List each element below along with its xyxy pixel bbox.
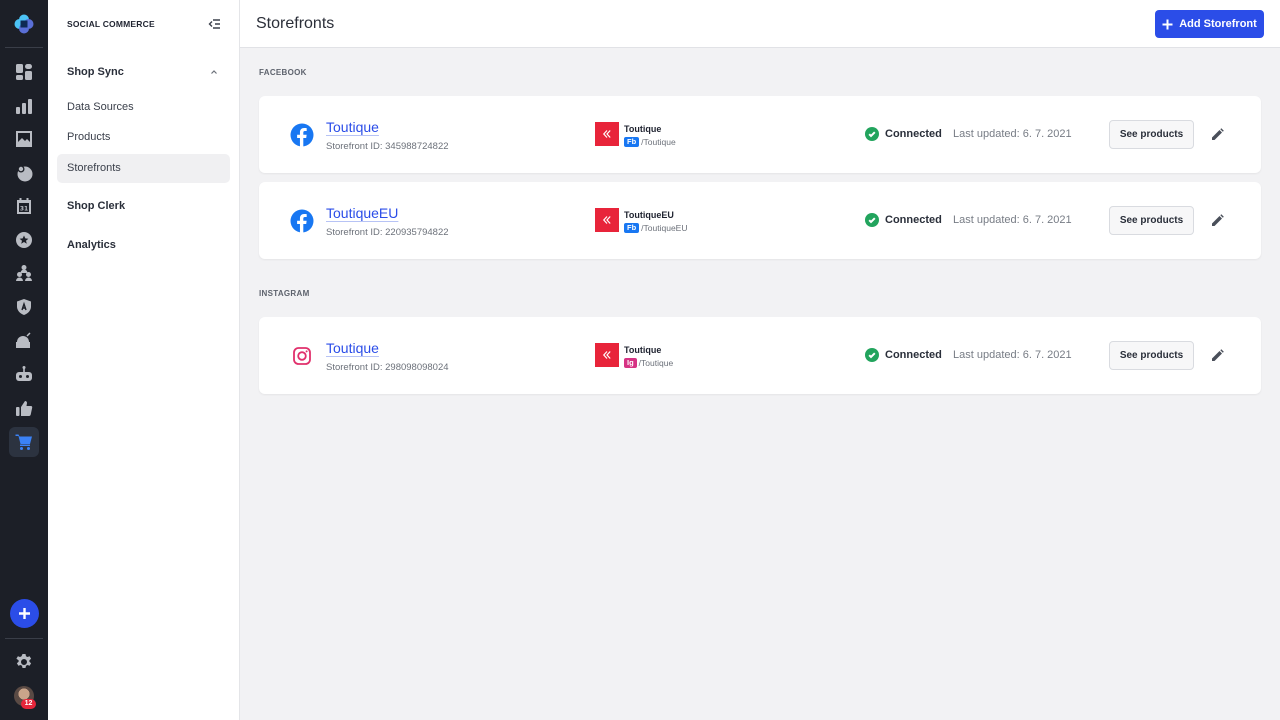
shop-handle-row: Ig /Toutique: [624, 358, 673, 368]
shop-handle-row: Fb /Toutique: [624, 137, 676, 147]
thumbs-up-icon: [16, 401, 33, 416]
shop-name: Toutique: [624, 124, 662, 134]
storefront-name-link[interactable]: Toutique: [326, 340, 379, 356]
shopping-cart-icon: [15, 434, 32, 450]
rail-item-media[interactable]: [9, 124, 39, 154]
status-text: Connected: [885, 128, 942, 140]
shop-handle-row: Fb /ToutiqueEU: [624, 223, 687, 233]
connection-status: Connected: [865, 348, 942, 362]
check-circle-icon: [865, 213, 879, 227]
status-text: Connected: [885, 214, 942, 226]
edit-pencil-icon[interactable]: [1211, 214, 1224, 227]
connection-status: Connected: [865, 127, 942, 141]
gear-icon: [16, 654, 32, 668]
check-circle-icon: [865, 348, 879, 362]
storefront-name-link[interactable]: Toutique: [326, 119, 379, 135]
section-label-facebook: FACEBOOK: [259, 68, 307, 77]
rail-item-dashboard[interactable]: [9, 57, 39, 87]
storefront-id: Storefront ID: 298098098024: [326, 362, 449, 373]
svg-text:31: 31: [20, 206, 28, 213]
instagram-icon: [293, 347, 311, 365]
collapse-sidebar-icon[interactable]: [207, 17, 221, 31]
rail-item-analytics[interactable]: [9, 91, 39, 121]
rail-item-teams[interactable]: [9, 258, 39, 288]
last-updated: Last updated: 6. 7. 2021: [953, 214, 1072, 226]
facebook-icon: [290, 123, 314, 147]
bomb-icon: [16, 332, 31, 348]
platform-tag: Fb: [624, 137, 640, 147]
storefront-card: Toutique Storefront ID: 345988724822 Tou…: [259, 96, 1261, 173]
image-icon: [16, 131, 32, 147]
chevrons-left-icon: [602, 216, 611, 224]
last-updated: Last updated: 6. 7. 2021: [953, 349, 1072, 361]
nav-sidebar: SOCIAL COMMERCE Shop Sync Data Sources P…: [48, 0, 240, 720]
shop-logo: [595, 343, 619, 367]
shield-icon: [17, 299, 31, 315]
shop-handle: /Toutique: [638, 358, 674, 368]
add-storefront-button[interactable]: Add Storefront: [1155, 10, 1264, 38]
rail-item-engagement[interactable]: [9, 393, 39, 423]
rail-item-social-commerce[interactable]: [9, 427, 39, 457]
shop-logo: [595, 208, 619, 232]
chevron-up-icon[interactable]: [209, 67, 219, 77]
add-storefront-label: Add Storefront: [1179, 18, 1257, 30]
nav-group-analytics[interactable]: Analytics: [67, 239, 116, 251]
platform-tag: Fb: [624, 223, 640, 233]
storefront-id: Storefront ID: 220935794822: [326, 227, 449, 238]
see-products-button[interactable]: See products: [1109, 341, 1194, 370]
hierarchy-icon: [16, 265, 32, 281]
chevrons-left-icon: [602, 130, 611, 138]
last-updated: Last updated: 6. 7. 2021: [953, 128, 1072, 140]
settings-button[interactable]: [9, 647, 39, 677]
nav-item-storefronts[interactable]: Storefronts: [57, 154, 230, 183]
storefront-id: Storefront ID: 345988724822: [326, 141, 449, 152]
star-badge-icon: [16, 232, 32, 248]
rail-item-bots[interactable]: [9, 359, 39, 389]
check-circle-icon: [865, 127, 879, 141]
shop-name: ToutiqueEU: [624, 210, 674, 220]
robot-icon: [16, 366, 32, 381]
nav-group-shop-clerk[interactable]: Shop Clerk: [67, 200, 125, 212]
rail-item-moderation[interactable]: [9, 292, 39, 322]
section-label-instagram: INSTAGRAM: [259, 289, 310, 298]
platform-tag: Ig: [624, 358, 637, 368]
create-button[interactable]: [10, 599, 39, 628]
facebook-icon: [290, 209, 314, 233]
rail-divider: [5, 47, 43, 48]
storefront-card: Toutique Storefront ID: 298098098024 Tou…: [259, 317, 1261, 394]
rail-item-calendar[interactable]: 31: [9, 191, 39, 221]
rail-item-audience[interactable]: [9, 158, 39, 188]
rail-divider: [5, 638, 43, 639]
storefront-card: ToutiqueEU Storefront ID: 220935794822 T…: [259, 182, 1261, 259]
nav-section-title: SOCIAL COMMERCE: [67, 19, 155, 29]
calendar-icon: 31: [17, 198, 31, 214]
shop-handle: /ToutiqueEU: [641, 223, 688, 233]
shop-name: Toutique: [624, 345, 662, 355]
bar-chart-icon: [16, 99, 32, 114]
see-products-button[interactable]: See products: [1109, 120, 1194, 149]
icon-rail: 31 12: [0, 0, 48, 720]
plus-icon: [1162, 19, 1173, 29]
audience-icon: [17, 165, 33, 182]
page-title: Storefronts: [256, 15, 335, 32]
shop-logo: [595, 122, 619, 146]
rail-item-ads[interactable]: [9, 325, 39, 355]
app-logo-icon[interactable]: [14, 14, 34, 34]
nav-group-shop-sync[interactable]: Shop Sync: [67, 66, 124, 78]
dashboard-icon: [16, 64, 32, 80]
rail-item-reviews[interactable]: [9, 225, 39, 255]
edit-pencil-icon[interactable]: [1211, 349, 1224, 362]
shop-handle: /Toutique: [641, 137, 676, 147]
status-text: Connected: [885, 349, 942, 361]
notification-badge: 12: [21, 699, 36, 709]
nav-item-products[interactable]: Products: [57, 123, 230, 152]
nav-item-data-sources[interactable]: Data Sources: [57, 93, 230, 122]
chevrons-left-icon: [602, 351, 611, 359]
connection-status: Connected: [865, 213, 942, 227]
storefront-name-link[interactable]: ToutiqueEU: [326, 205, 398, 221]
edit-pencil-icon[interactable]: [1211, 128, 1224, 141]
plus-icon: [19, 608, 30, 619]
see-products-button[interactable]: See products: [1109, 206, 1194, 235]
page-header: Storefronts Add Storefront: [240, 0, 1280, 48]
